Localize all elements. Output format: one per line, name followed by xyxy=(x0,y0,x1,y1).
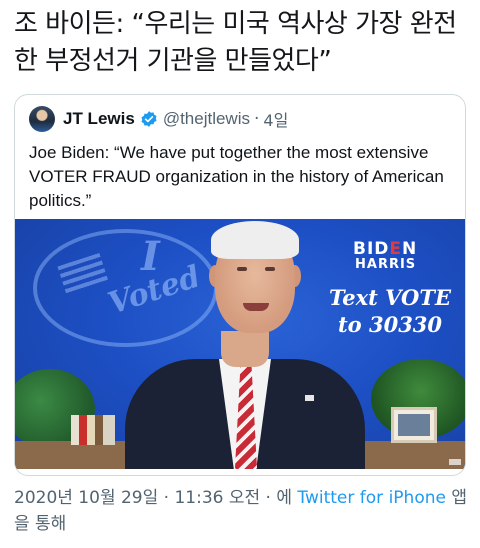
text-vote-line1: Text VOTE xyxy=(329,285,451,310)
logo-harris: HARRIS xyxy=(355,257,417,272)
header-separator: · xyxy=(254,109,260,129)
media-corner-mark xyxy=(449,459,461,465)
source-link[interactable]: Twitter for iPhone xyxy=(297,488,446,508)
verified-badge-icon xyxy=(140,110,158,128)
lapel-pin xyxy=(305,395,314,401)
display-name[interactable]: JT Lewis xyxy=(63,109,135,129)
books xyxy=(71,415,115,445)
avatar[interactable] xyxy=(29,106,55,132)
quoted-tweet-header: JT Lewis @thejtlewis · 4일 xyxy=(29,105,288,133)
seal-flag xyxy=(57,252,109,296)
speaker-figure xyxy=(125,221,365,469)
user-handle[interactable]: @thejtlewis xyxy=(163,109,250,129)
logo-biden: BIDEN xyxy=(353,239,418,259)
eye-left xyxy=(237,267,247,271)
biden-harris-logo: BIDEN HARRIS xyxy=(353,239,417,272)
tweet-time[interactable]: 4일 xyxy=(263,107,288,131)
eye-right xyxy=(265,267,275,271)
quoted-tweet-card[interactable]: JT Lewis @thejtlewis · 4일 Joe Biden: “We… xyxy=(14,94,466,476)
tweet-media-image[interactable]: I Voted BIDEN HARRIS Text VOTE to 30330 xyxy=(15,219,465,469)
tweet-headline: 조 바이든: “우리는 미국 역사상 가장 완전한 부정선거 기관을 만들었다” xyxy=(14,9,457,76)
quoted-tweet-text: Joe Biden: “We have put together the mos… xyxy=(29,143,444,210)
hair xyxy=(211,221,299,259)
mouth xyxy=(243,303,269,311)
neck xyxy=(221,331,269,367)
tweet-meta: 2020년 10월 29일 · 11:36 오전 · 에 Twitter for… xyxy=(14,485,474,537)
photo-frame xyxy=(391,407,437,443)
tweet-timestamp[interactable]: 2020년 10월 29일 · 11:36 오전 · 에 xyxy=(14,488,292,508)
